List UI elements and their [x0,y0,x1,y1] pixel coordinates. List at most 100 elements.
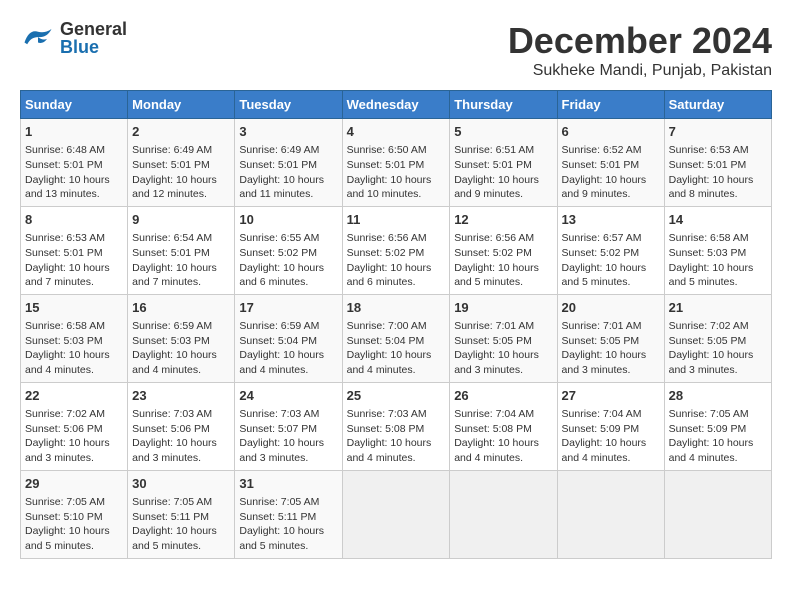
day-number: 12 [454,211,552,229]
daylight-text: Daylight: 10 hours and 3 minutes. [562,349,647,376]
table-row: 13Sunrise: 6:57 AMSunset: 5:02 PMDayligh… [557,206,664,294]
sunrise-text: Sunrise: 6:53 AM [669,144,749,156]
day-number: 21 [669,299,767,317]
logo-text: General Blue [60,20,127,56]
table-row: 21Sunrise: 7:02 AMSunset: 5:05 PMDayligh… [664,294,771,382]
day-number: 9 [132,211,230,229]
daylight-text: Daylight: 10 hours and 3 minutes. [132,437,217,464]
logo-general: General [60,20,127,38]
table-row: 29Sunrise: 7:05 AMSunset: 5:10 PMDayligh… [21,470,128,558]
sunrise-text: Sunrise: 7:05 AM [669,408,749,420]
day-number: 20 [562,299,660,317]
day-number: 14 [669,211,767,229]
col-thursday: Thursday [450,91,557,119]
daylight-text: Daylight: 10 hours and 9 minutes. [562,174,647,201]
sunset-text: Sunset: 5:01 PM [347,159,425,171]
sunrise-text: Sunrise: 6:56 AM [347,232,427,244]
sunset-text: Sunset: 5:01 PM [669,159,747,171]
table-row: 19Sunrise: 7:01 AMSunset: 5:05 PMDayligh… [450,294,557,382]
location: Sukheke Mandi, Punjab, Pakistan [508,62,772,80]
table-row: 25Sunrise: 7:03 AMSunset: 5:08 PMDayligh… [342,382,450,470]
sunset-text: Sunset: 5:09 PM [562,423,640,435]
table-row: 27Sunrise: 7:04 AMSunset: 5:09 PMDayligh… [557,382,664,470]
col-monday: Monday [128,91,235,119]
daylight-text: Daylight: 10 hours and 11 minutes. [239,174,324,201]
sunset-text: Sunset: 5:05 PM [562,335,640,347]
page-header: General Blue December 2024 Sukheke Mandi… [20,20,772,80]
daylight-text: Daylight: 10 hours and 4 minutes. [347,349,432,376]
table-row: 7Sunrise: 6:53 AMSunset: 5:01 PMDaylight… [664,119,771,207]
daylight-text: Daylight: 10 hours and 3 minutes. [669,349,754,376]
sunrise-text: Sunrise: 6:50 AM [347,144,427,156]
table-row [342,470,450,558]
daylight-text: Daylight: 10 hours and 10 minutes. [347,174,432,201]
sunset-text: Sunset: 5:02 PM [347,247,425,259]
sunset-text: Sunset: 5:03 PM [25,335,103,347]
daylight-text: Daylight: 10 hours and 5 minutes. [239,525,324,552]
calendar-week-row: 8Sunrise: 6:53 AMSunset: 5:01 PMDaylight… [21,206,772,294]
day-number: 19 [454,299,552,317]
day-number: 26 [454,387,552,405]
sunset-text: Sunset: 5:01 PM [132,247,210,259]
daylight-text: Daylight: 10 hours and 5 minutes. [669,262,754,289]
day-number: 23 [132,387,230,405]
col-saturday: Saturday [664,91,771,119]
day-number: 31 [239,475,337,493]
table-row: 3Sunrise: 6:49 AMSunset: 5:01 PMDaylight… [235,119,342,207]
table-row: 15Sunrise: 6:58 AMSunset: 5:03 PMDayligh… [21,294,128,382]
sunrise-text: Sunrise: 7:01 AM [562,320,642,332]
daylight-text: Daylight: 10 hours and 6 minutes. [347,262,432,289]
table-row: 23Sunrise: 7:03 AMSunset: 5:06 PMDayligh… [128,382,235,470]
table-row: 1Sunrise: 6:48 AMSunset: 5:01 PMDaylight… [21,119,128,207]
daylight-text: Daylight: 10 hours and 13 minutes. [25,174,110,201]
day-number: 7 [669,123,767,141]
sunrise-text: Sunrise: 7:01 AM [454,320,534,332]
table-row: 8Sunrise: 6:53 AMSunset: 5:01 PMDaylight… [21,206,128,294]
sunset-text: Sunset: 5:07 PM [239,423,317,435]
sunrise-text: Sunrise: 6:55 AM [239,232,319,244]
sunrise-text: Sunrise: 6:49 AM [132,144,212,156]
title-area: December 2024 Sukheke Mandi, Punjab, Pak… [508,20,772,80]
sunrise-text: Sunrise: 6:52 AM [562,144,642,156]
day-number: 17 [239,299,337,317]
sunrise-text: Sunrise: 7:04 AM [562,408,642,420]
daylight-text: Daylight: 10 hours and 12 minutes. [132,174,217,201]
daylight-text: Daylight: 10 hours and 5 minutes. [25,525,110,552]
table-row: 9Sunrise: 6:54 AMSunset: 5:01 PMDaylight… [128,206,235,294]
sunset-text: Sunset: 5:01 PM [239,159,317,171]
daylight-text: Daylight: 10 hours and 3 minutes. [25,437,110,464]
day-number: 4 [347,123,446,141]
table-row: 11Sunrise: 6:56 AMSunset: 5:02 PMDayligh… [342,206,450,294]
sunset-text: Sunset: 5:02 PM [239,247,317,259]
daylight-text: Daylight: 10 hours and 4 minutes. [347,437,432,464]
sunset-text: Sunset: 5:11 PM [132,511,209,523]
table-row: 30Sunrise: 7:05 AMSunset: 5:11 PMDayligh… [128,470,235,558]
sunrise-text: Sunrise: 7:03 AM [132,408,212,420]
sunset-text: Sunset: 5:02 PM [454,247,532,259]
col-wednesday: Wednesday [342,91,450,119]
day-number: 24 [239,387,337,405]
sunrise-text: Sunrise: 6:59 AM [132,320,212,332]
day-number: 10 [239,211,337,229]
sunset-text: Sunset: 5:04 PM [239,335,317,347]
sunrise-text: Sunrise: 7:05 AM [239,496,319,508]
col-tuesday: Tuesday [235,91,342,119]
sunrise-text: Sunrise: 6:56 AM [454,232,534,244]
general-blue-icon [20,24,56,52]
table-row [450,470,557,558]
day-number: 22 [25,387,123,405]
daylight-text: Daylight: 10 hours and 5 minutes. [562,262,647,289]
day-number: 13 [562,211,660,229]
calendar-week-row: 22Sunrise: 7:02 AMSunset: 5:06 PMDayligh… [21,382,772,470]
day-number: 18 [347,299,446,317]
sunrise-text: Sunrise: 7:05 AM [132,496,212,508]
day-number: 30 [132,475,230,493]
table-row: 16Sunrise: 6:59 AMSunset: 5:03 PMDayligh… [128,294,235,382]
daylight-text: Daylight: 10 hours and 4 minutes. [25,349,110,376]
table-row: 2Sunrise: 6:49 AMSunset: 5:01 PMDaylight… [128,119,235,207]
logo: General Blue [20,20,127,56]
daylight-text: Daylight: 10 hours and 4 minutes. [669,437,754,464]
sunrise-text: Sunrise: 6:48 AM [25,144,105,156]
table-row [664,470,771,558]
daylight-text: Daylight: 10 hours and 4 minutes. [132,349,217,376]
